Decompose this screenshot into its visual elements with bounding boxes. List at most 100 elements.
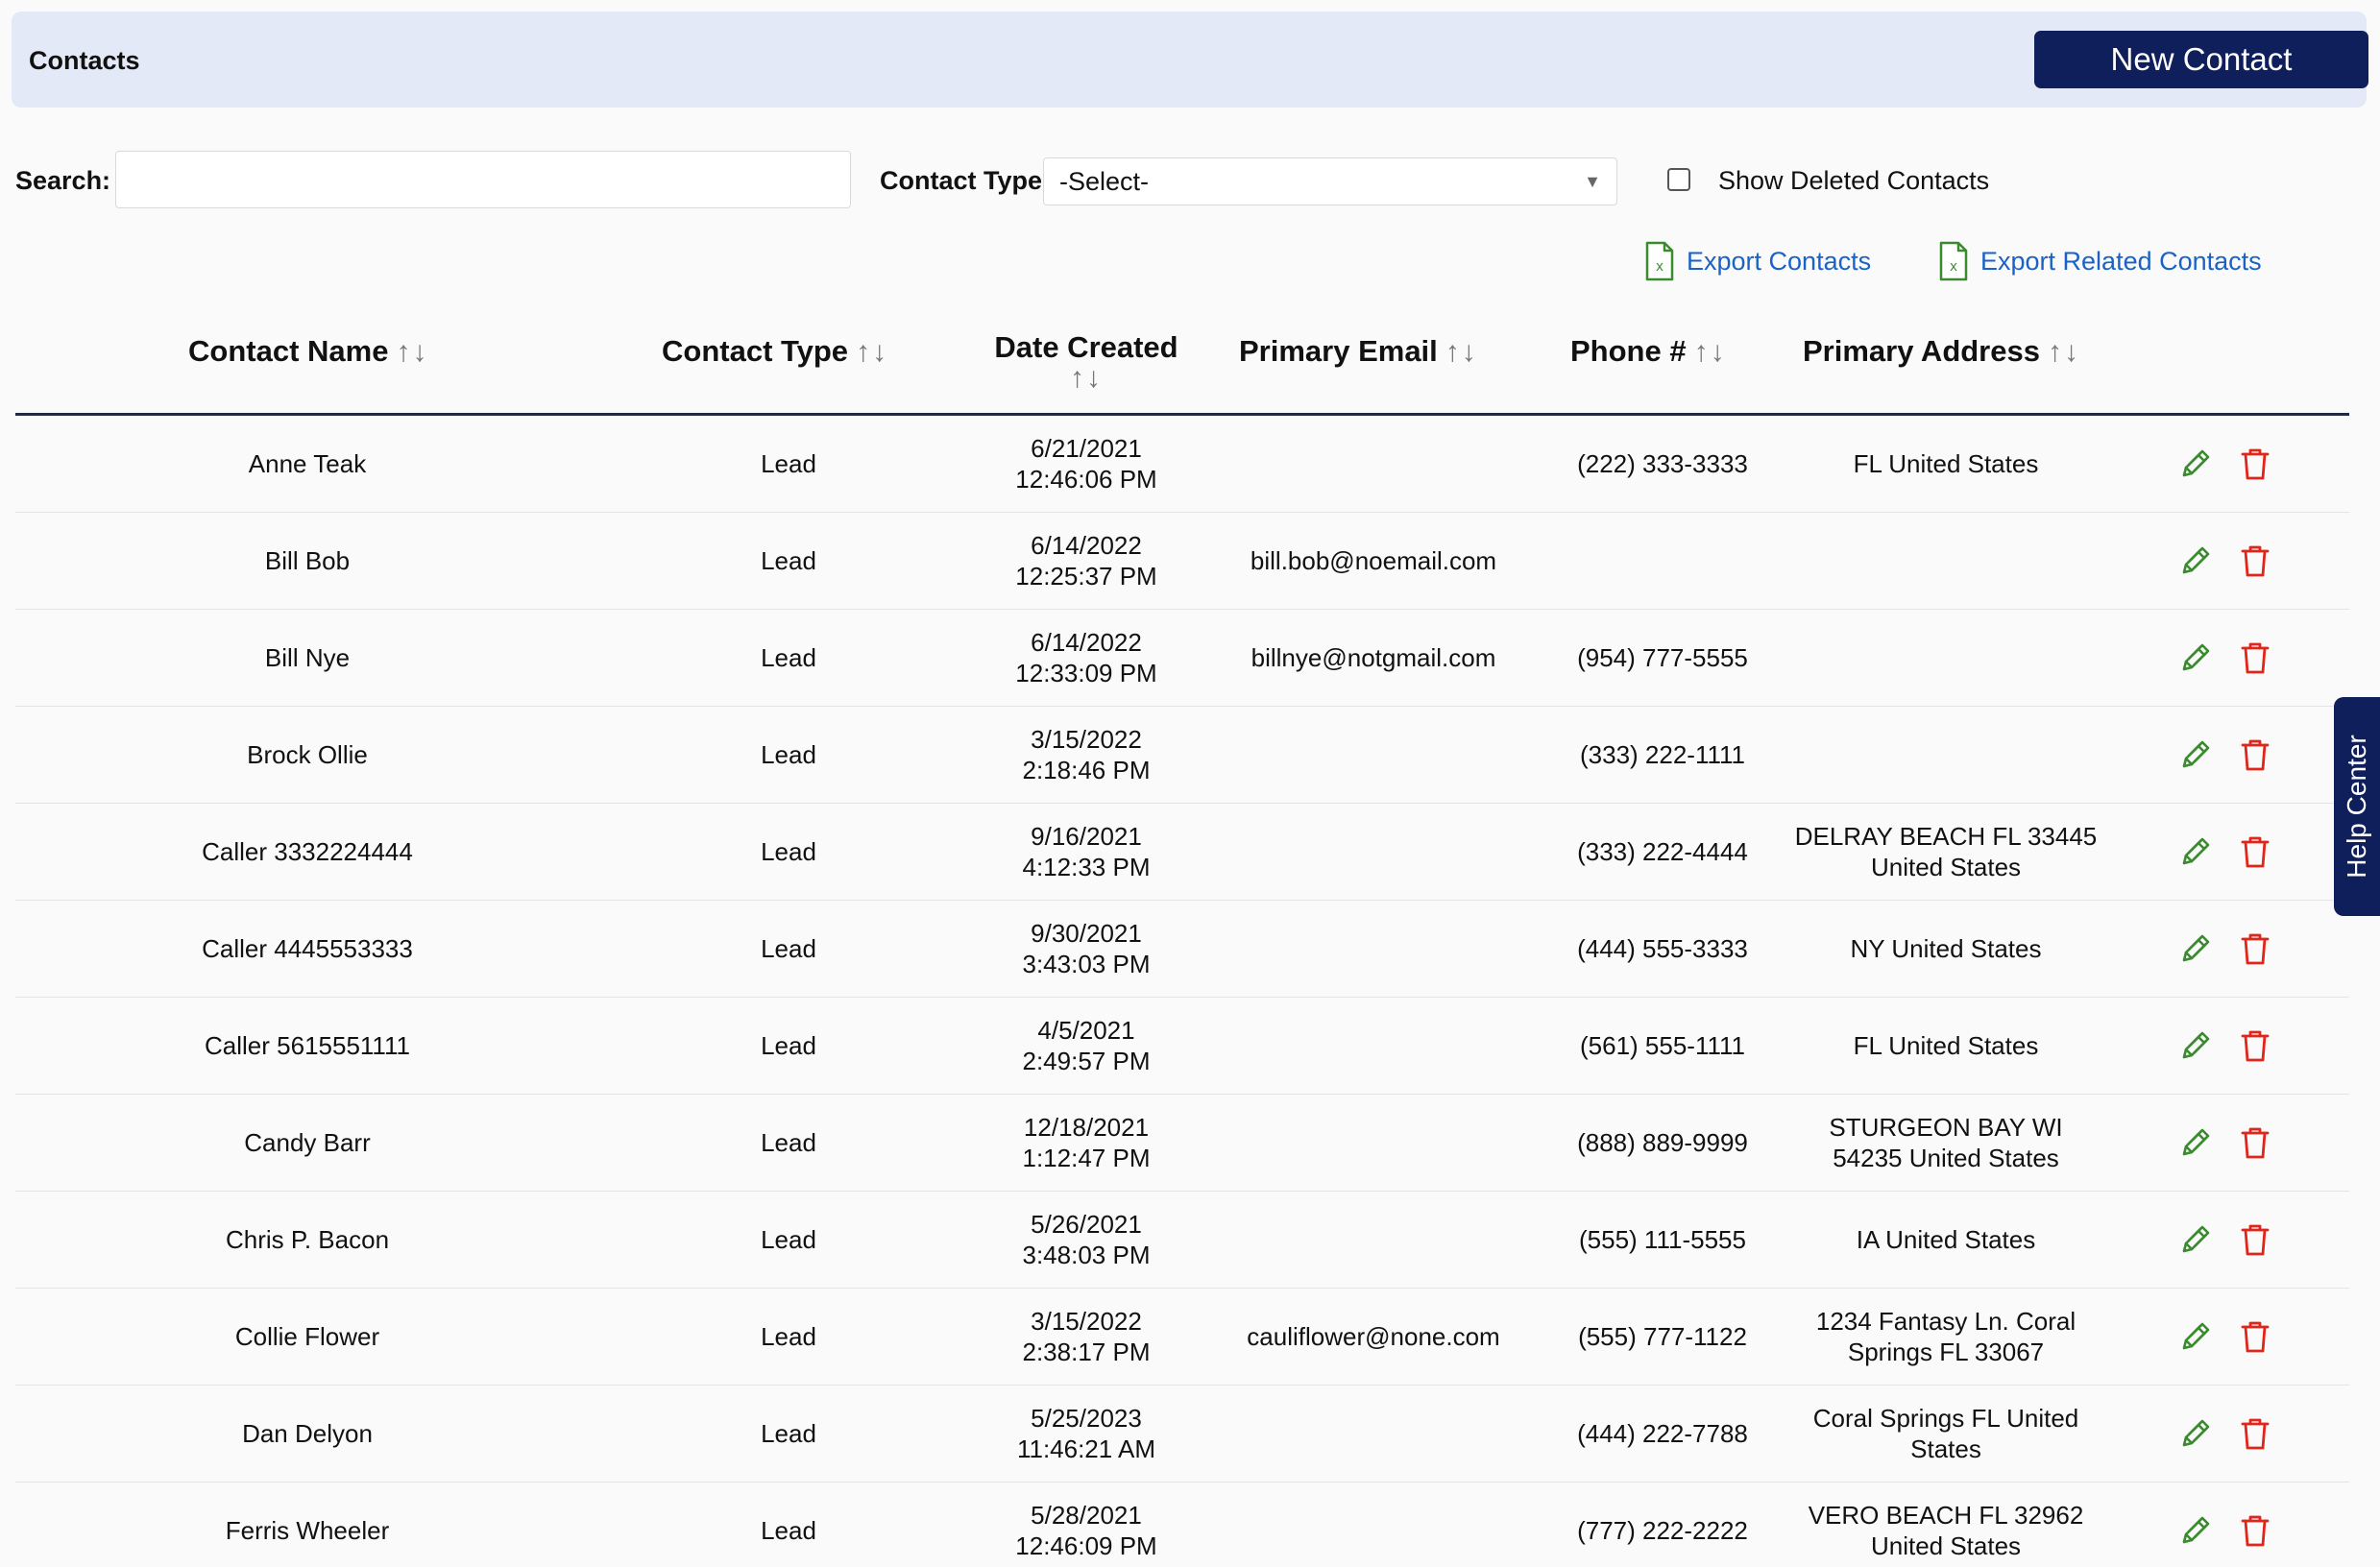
column-header-contact-name[interactable]: Contact Name ↑↓ — [188, 334, 428, 369]
date-created-cell: 5/25/2023 11:46:21 AM — [949, 1386, 1224, 1482]
chevron-down-icon: ▼ — [1584, 172, 1601, 191]
contact-name-cell[interactable]: Bill Bob — [15, 513, 599, 609]
new-contact-button[interactable]: New Contact — [2034, 31, 2368, 88]
cell-date: 3/15/2022 — [1031, 1307, 1142, 1336]
contact-name-cell[interactable]: Candy Barr — [15, 1095, 599, 1191]
column-header-date-created[interactable]: Date Created ↑↓ — [976, 332, 1197, 394]
contact-type-label: Contact Type — [880, 166, 1043, 195]
contact-type-cell: Lead — [667, 707, 911, 803]
contact-name-cell[interactable]: Ferris Wheeler — [15, 1483, 599, 1567]
cell-phone: (954) 777-5555 — [1577, 643, 1748, 672]
row-actions — [2176, 1289, 2311, 1385]
pencil-icon[interactable] — [2176, 1317, 2215, 1356]
trash-icon[interactable] — [2236, 735, 2274, 774]
contact-name-cell[interactable]: Brock Ollie — [15, 707, 599, 803]
cell-time: 12:46:09 PM — [1015, 1531, 1157, 1560]
column-header-primary-address[interactable]: Primary Address ↑↓ — [1803, 334, 2080, 369]
row-actions — [2176, 804, 2311, 900]
cell-time: 1:12:47 PM — [1022, 1144, 1151, 1172]
svg-text:x: x — [1950, 258, 1957, 275]
pencil-icon[interactable] — [2176, 1026, 2215, 1065]
trash-icon[interactable] — [2236, 1123, 2274, 1162]
cell-type: Lead — [761, 1225, 816, 1254]
pencil-icon[interactable] — [2176, 1123, 2215, 1162]
cell-name: Caller 5615551111 — [205, 1031, 410, 1060]
sort-arrows-icon[interactable]: ↑↓ — [1445, 336, 1478, 368]
search-label: Search: — [15, 166, 111, 195]
date-created-cell: 9/30/2021 3:43:03 PM — [949, 901, 1224, 997]
pencil-icon[interactable] — [2176, 929, 2215, 968]
help-center-tab[interactable]: Help Center — [2334, 697, 2380, 916]
pencil-icon[interactable] — [2176, 1511, 2215, 1550]
contact-type-cell: Lead — [667, 1192, 911, 1288]
contact-type-select[interactable]: -Select- ▼ — [1043, 157, 1617, 205]
table-row: Bill Bob Lead 6/14/2022 12:25:37 PM bill.… — [15, 513, 2349, 610]
trash-icon[interactable] — [2236, 1414, 2274, 1453]
show-deleted-label[interactable]: Show Deleted Contacts — [1718, 166, 1989, 196]
sort-arrows-icon[interactable]: ↑↓ — [856, 336, 888, 368]
search-input[interactable] — [115, 151, 851, 208]
pencil-icon[interactable] — [2176, 639, 2215, 677]
help-center-label: Help Center — [2342, 735, 2371, 879]
cell-addr1: DELRAY BEACH FL 33445 — [1794, 822, 2098, 851]
column-header-primary-email[interactable]: Primary Email ↑↓ — [1239, 334, 1478, 369]
cell-phone: (444) 222-7788 — [1577, 1419, 1748, 1448]
primary-address-cell: Coral Springs FL United States — [1783, 1386, 2109, 1482]
show-deleted-checkbox[interactable] — [1667, 168, 1690, 191]
cell-email: cauliflower@none.com — [1247, 1322, 1500, 1351]
contact-name-cell[interactable]: Anne Teak — [15, 416, 599, 512]
table-header: Contact Name ↑↓ Contact Type ↑↓ Date Creat… — [15, 307, 2349, 416]
trash-icon[interactable] — [2236, 445, 2274, 483]
sort-arrows-icon[interactable]: ↑↓ — [1694, 336, 1727, 368]
cell-phone: (444) 555-3333 — [1577, 934, 1748, 963]
primary-address-cell — [1783, 610, 2109, 706]
table-row: Caller 4445553333 Lead 9/30/2021 3:43:03 … — [15, 901, 2349, 998]
cell-time: 12:33:09 PM — [1015, 659, 1157, 687]
trash-icon[interactable] — [2236, 1026, 2274, 1065]
trash-icon[interactable] — [2236, 1220, 2274, 1259]
pencil-icon[interactable] — [2176, 832, 2215, 871]
pencil-icon[interactable] — [2176, 445, 2215, 483]
trash-icon[interactable] — [2236, 542, 2274, 580]
cell-phone: (888) 889-9999 — [1577, 1128, 1748, 1157]
table-row: Collie Flower Lead 3/15/2022 2:38:17 PM c… — [15, 1289, 2349, 1386]
export-related-contacts-link[interactable]: x Export Related Contacts — [1938, 240, 2262, 282]
contact-name-cell[interactable]: Collie Flower — [15, 1289, 599, 1385]
cell-date: 6/14/2022 — [1031, 531, 1142, 560]
pencil-icon[interactable] — [2176, 1414, 2215, 1453]
trash-icon[interactable] — [2236, 832, 2274, 871]
date-created-cell: 3/15/2022 2:38:17 PM — [949, 1289, 1224, 1385]
trash-icon[interactable] — [2236, 1317, 2274, 1356]
sort-arrows-icon[interactable]: ↑↓ — [396, 336, 428, 368]
row-actions — [2176, 513, 2311, 609]
table-row: Anne Teak Lead 6/21/2021 12:46:06 PM (222… — [15, 416, 2349, 513]
contact-name-cell[interactable]: Chris P. Bacon — [15, 1192, 599, 1288]
row-actions — [2176, 901, 2311, 997]
cell-addr2: United States — [1870, 1531, 2022, 1560]
column-header-phone[interactable]: Phone # ↑↓ — [1570, 334, 1727, 369]
trash-icon[interactable] — [2236, 1511, 2274, 1550]
cell-time: 2:38:17 PM — [1022, 1338, 1151, 1366]
contact-name-cell[interactable]: Caller 5615551111 — [15, 998, 599, 1094]
column-header-contact-type[interactable]: Contact Type ↑↓ — [662, 334, 888, 369]
table-row: Candy Barr Lead 12/18/2021 1:12:47 PM (88… — [15, 1095, 2349, 1192]
sort-arrows-icon[interactable]: ↑↓ — [2048, 336, 2080, 368]
contact-name-cell[interactable]: Bill Nye — [15, 610, 599, 706]
pencil-icon[interactable] — [2176, 1220, 2215, 1259]
pencil-icon[interactable] — [2176, 735, 2215, 774]
cell-phone: (561) 555-1111 — [1579, 1031, 1745, 1060]
sort-arrows-icon[interactable]: ↑↓ — [976, 363, 1197, 394]
cell-name: Bill Bob — [264, 546, 351, 575]
trash-icon[interactable] — [2236, 639, 2274, 677]
trash-icon[interactable] — [2236, 929, 2274, 968]
contact-name-cell[interactable]: Dan Delyon — [15, 1386, 599, 1482]
contact-name-cell[interactable]: Caller 3332224444 — [15, 804, 599, 900]
export-contacts-link[interactable]: x Export Contacts — [1644, 240, 1871, 282]
cell-type: Lead — [761, 1322, 816, 1351]
primary-address-cell: VERO BEACH FL 32962 United States — [1783, 1483, 2109, 1567]
row-actions — [2176, 1483, 2311, 1567]
date-created-cell: 5/28/2021 12:46:09 PM — [949, 1483, 1224, 1567]
pencil-icon[interactable] — [2176, 542, 2215, 580]
contact-type-cell: Lead — [667, 1095, 911, 1191]
contact-name-cell[interactable]: Caller 4445553333 — [15, 901, 599, 997]
